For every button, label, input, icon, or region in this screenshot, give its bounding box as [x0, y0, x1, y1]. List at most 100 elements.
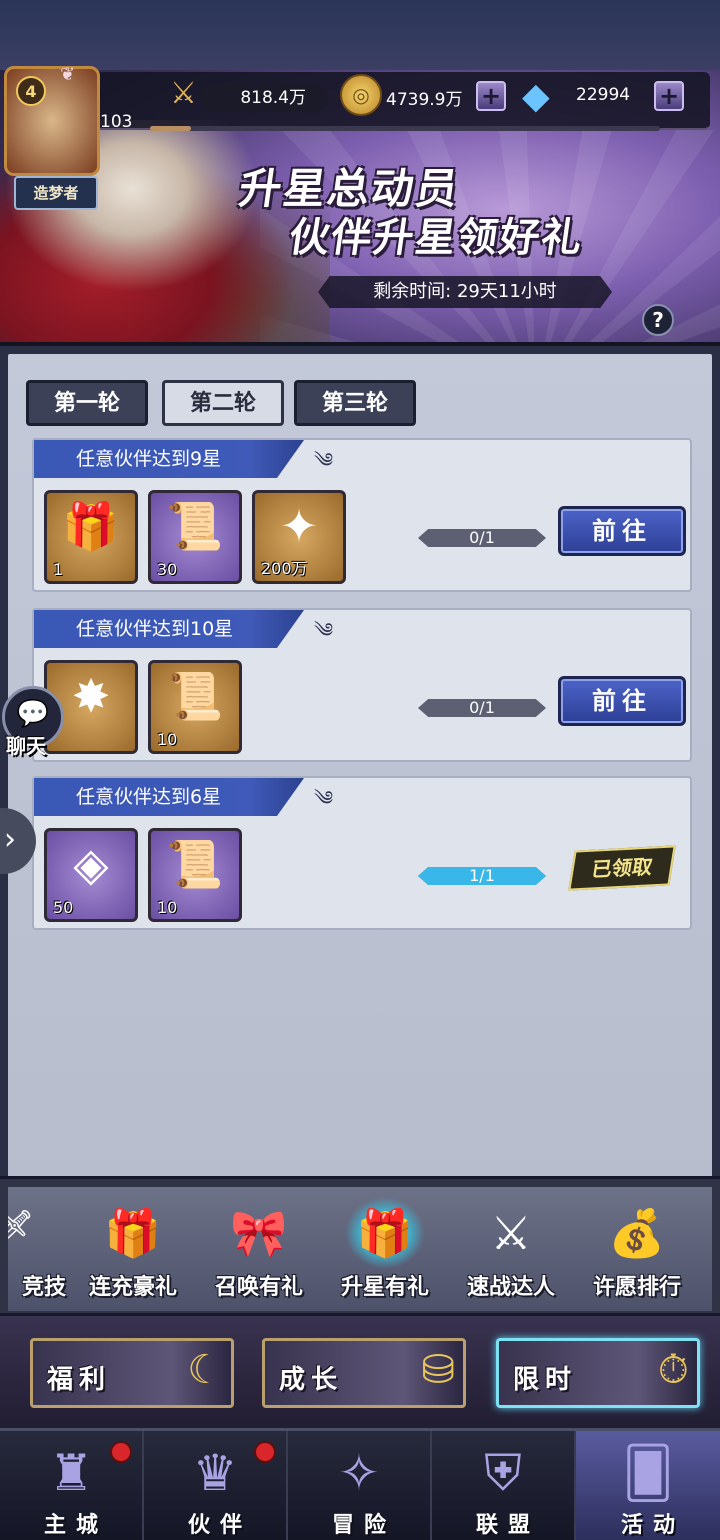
- task-panel: 第一轮 第二轮 第三轮 任意伙伴达到9星 ༄ 🎁 1 📜 30 ✦ 200万 0…: [0, 342, 720, 1182]
- nav-label: 冒险: [331, 1512, 396, 1538]
- category-row: 福利 ☾ 成长 ⛁ 限时 ⏱: [0, 1316, 720, 1428]
- night-sky: [0, 0, 720, 70]
- ornament-icon: ༄: [314, 786, 334, 810]
- tab-round-3[interactable]: 第三轮: [294, 380, 416, 426]
- category-welfare-button[interactable]: 福利 ☾: [30, 1338, 234, 1408]
- task-title: 任意伙伴达到10星: [34, 610, 304, 648]
- go-button[interactable]: 前往: [558, 506, 686, 556]
- add-gem-button[interactable]: +: [654, 81, 684, 111]
- nav-label: 主城: [43, 1512, 108, 1538]
- reward-count: 200万: [261, 559, 308, 578]
- title-badge[interactable]: 造梦者: [14, 176, 98, 210]
- crossed-swords-icon: ⚔: [490, 1206, 532, 1260]
- reward-item[interactable]: 🎁 1: [44, 490, 138, 584]
- shield-icon: ⛨: [484, 1444, 522, 1502]
- player-level-badge: 4: [16, 76, 46, 106]
- character-portrait-icon: ☾: [187, 1347, 223, 1393]
- wings-icon: ❦: [60, 64, 76, 85]
- reward-item[interactable]: 📜 10: [148, 660, 242, 754]
- tab-round-1[interactable]: 第一轮: [26, 380, 148, 426]
- exp-star-icon: ✦: [279, 499, 319, 553]
- exp-bar-fill: [150, 126, 191, 131]
- notification-dot: [110, 1441, 132, 1463]
- activity-label: 竞技: [21, 1274, 66, 1300]
- task-title: 任意伙伴达到9星: [34, 440, 304, 478]
- reward-item[interactable]: ✦ 200万: [252, 490, 346, 584]
- claimed-stamp: 已领取: [568, 845, 676, 891]
- orange-scroll-icon: 📜: [166, 669, 224, 723]
- task-title: 任意伙伴达到6星: [34, 778, 304, 816]
- star-up-gift-icon: 🎁: [345, 1197, 425, 1269]
- activity-label: 召唤有礼: [214, 1274, 303, 1300]
- gem-value: 22994: [576, 85, 631, 105]
- activity-label: 连充豪礼: [88, 1274, 177, 1300]
- activity-label: 速战达人: [466, 1274, 555, 1300]
- arena-icon: 🗡: [8, 1197, 47, 1269]
- activity-label: 许愿排行: [592, 1274, 681, 1300]
- task-card: 任意伙伴达到6星 ༄ ◈ 50 📜 10 1/1 已领取: [32, 776, 692, 930]
- exp-bar: [150, 126, 660, 131]
- category-growth-button[interactable]: 成长 ⛁: [262, 1338, 466, 1408]
- task-progress: 1/1: [418, 867, 546, 885]
- clock-icon: ⏱: [657, 1347, 689, 1393]
- gift-box-icon: 🎁: [62, 499, 120, 553]
- progress-label: 0/1: [469, 528, 495, 547]
- activity-item[interactable]: ⚔ 速战达人: [452, 1197, 570, 1305]
- help-button[interactable]: ?: [642, 304, 674, 336]
- nav-label: 联盟: [475, 1512, 540, 1538]
- ornament-icon: ༄: [314, 448, 334, 472]
- task-card: 任意伙伴达到10星 ༄ ✸ 📜 10 0/1 前往: [32, 608, 692, 762]
- reward-item[interactable]: ◈ 50: [44, 828, 138, 922]
- recharge-gift-icon: 🎁: [104, 1206, 162, 1260]
- time-remaining: 剩余时间: 29天11小时: [318, 276, 612, 308]
- gold-coin-icon: ◎: [340, 74, 382, 116]
- nav-alliance[interactable]: ⛨ 联盟: [432, 1431, 576, 1540]
- wish-bag-icon: 💰: [608, 1206, 666, 1260]
- tab-round-2[interactable]: 第二轮: [162, 380, 284, 426]
- sword-icon: ⚔: [170, 76, 197, 111]
- chat-bubble-icon: 💬: [16, 699, 50, 729]
- progress-label: 1/1: [469, 866, 495, 885]
- activity-list[interactable]: 🗡 竞技 🎁 连充豪礼 🎀 召唤有礼 🎁 升星有礼 ⚔ 速战达人 💰 许愿排行: [8, 1187, 712, 1311]
- category-label: 成长: [279, 1365, 344, 1395]
- activity-item[interactable]: 🎁 连充豪礼: [74, 1197, 192, 1305]
- reward-item[interactable]: 📜 30: [148, 490, 242, 584]
- diamond-icon: ◆: [522, 76, 550, 117]
- activity-item[interactable]: 🗡 竞技: [8, 1197, 66, 1305]
- blue-scroll-icon: 📜: [166, 499, 224, 553]
- task-card: 任意伙伴达到9星 ༄ 🎁 1 📜 30 ✦ 200万 0/1 前往: [32, 438, 692, 592]
- category-limited-button[interactable]: 限时 ⏱: [496, 1338, 700, 1408]
- gold-crystal-icon: ◈: [73, 837, 109, 891]
- nav-label: 伙伴: [187, 1512, 252, 1538]
- summon-gift-icon: 🎀: [230, 1206, 288, 1260]
- power-value: 818.4万: [200, 84, 328, 112]
- activity-item[interactable]: 💰 许愿排行: [578, 1197, 696, 1305]
- add-gold-button[interactable]: +: [476, 81, 506, 111]
- reward-count: 10: [157, 898, 178, 917]
- nav-adventure[interactable]: ✧ 冒险: [288, 1431, 432, 1540]
- activity-item-selected[interactable]: 🎁 升星有礼: [326, 1197, 444, 1305]
- ornament-icon: ༄: [314, 618, 334, 642]
- nav-label: 活动: [620, 1512, 685, 1538]
- activity-item[interactable]: 🎀 召唤有礼: [200, 1197, 318, 1305]
- reward-count: 30: [157, 560, 178, 579]
- banner-title-line2: 伙伴升星领好礼: [286, 215, 587, 261]
- task-progress: 0/1: [418, 529, 546, 547]
- reward-count: 1: [53, 560, 64, 579]
- activity-strip: 🗡 竞技 🎁 连充豪礼 🎀 召唤有礼 🎁 升星有礼 ⚔ 速战达人 💰 许愿排行: [0, 1176, 720, 1316]
- gold-value: 4739.9万: [386, 90, 463, 110]
- avatar-exp-level: 103: [100, 112, 133, 132]
- nav-events[interactable]: 🂠 活动: [576, 1431, 720, 1540]
- bottom-nav: ♜ 主城 ♛ 伙伴 ✧ 冒险 ⛨ 联盟 🂠 活动: [0, 1428, 720, 1540]
- notification-dot: [254, 1441, 276, 1463]
- blue-scroll-icon: 📜: [166, 837, 224, 891]
- reward-item[interactable]: 📜 10: [148, 828, 242, 922]
- activity-label: 升星有礼: [340, 1274, 429, 1300]
- task-progress: 0/1: [418, 699, 546, 717]
- go-button[interactable]: 前往: [558, 676, 686, 726]
- category-label: 福利: [47, 1365, 112, 1395]
- treasure-chest-icon: ⛁: [421, 1347, 455, 1393]
- compass-icon: ✧: [338, 1444, 380, 1502]
- cards-icon: 🂠: [622, 1444, 674, 1502]
- chat-label[interactable]: 聊天: [6, 730, 46, 759]
